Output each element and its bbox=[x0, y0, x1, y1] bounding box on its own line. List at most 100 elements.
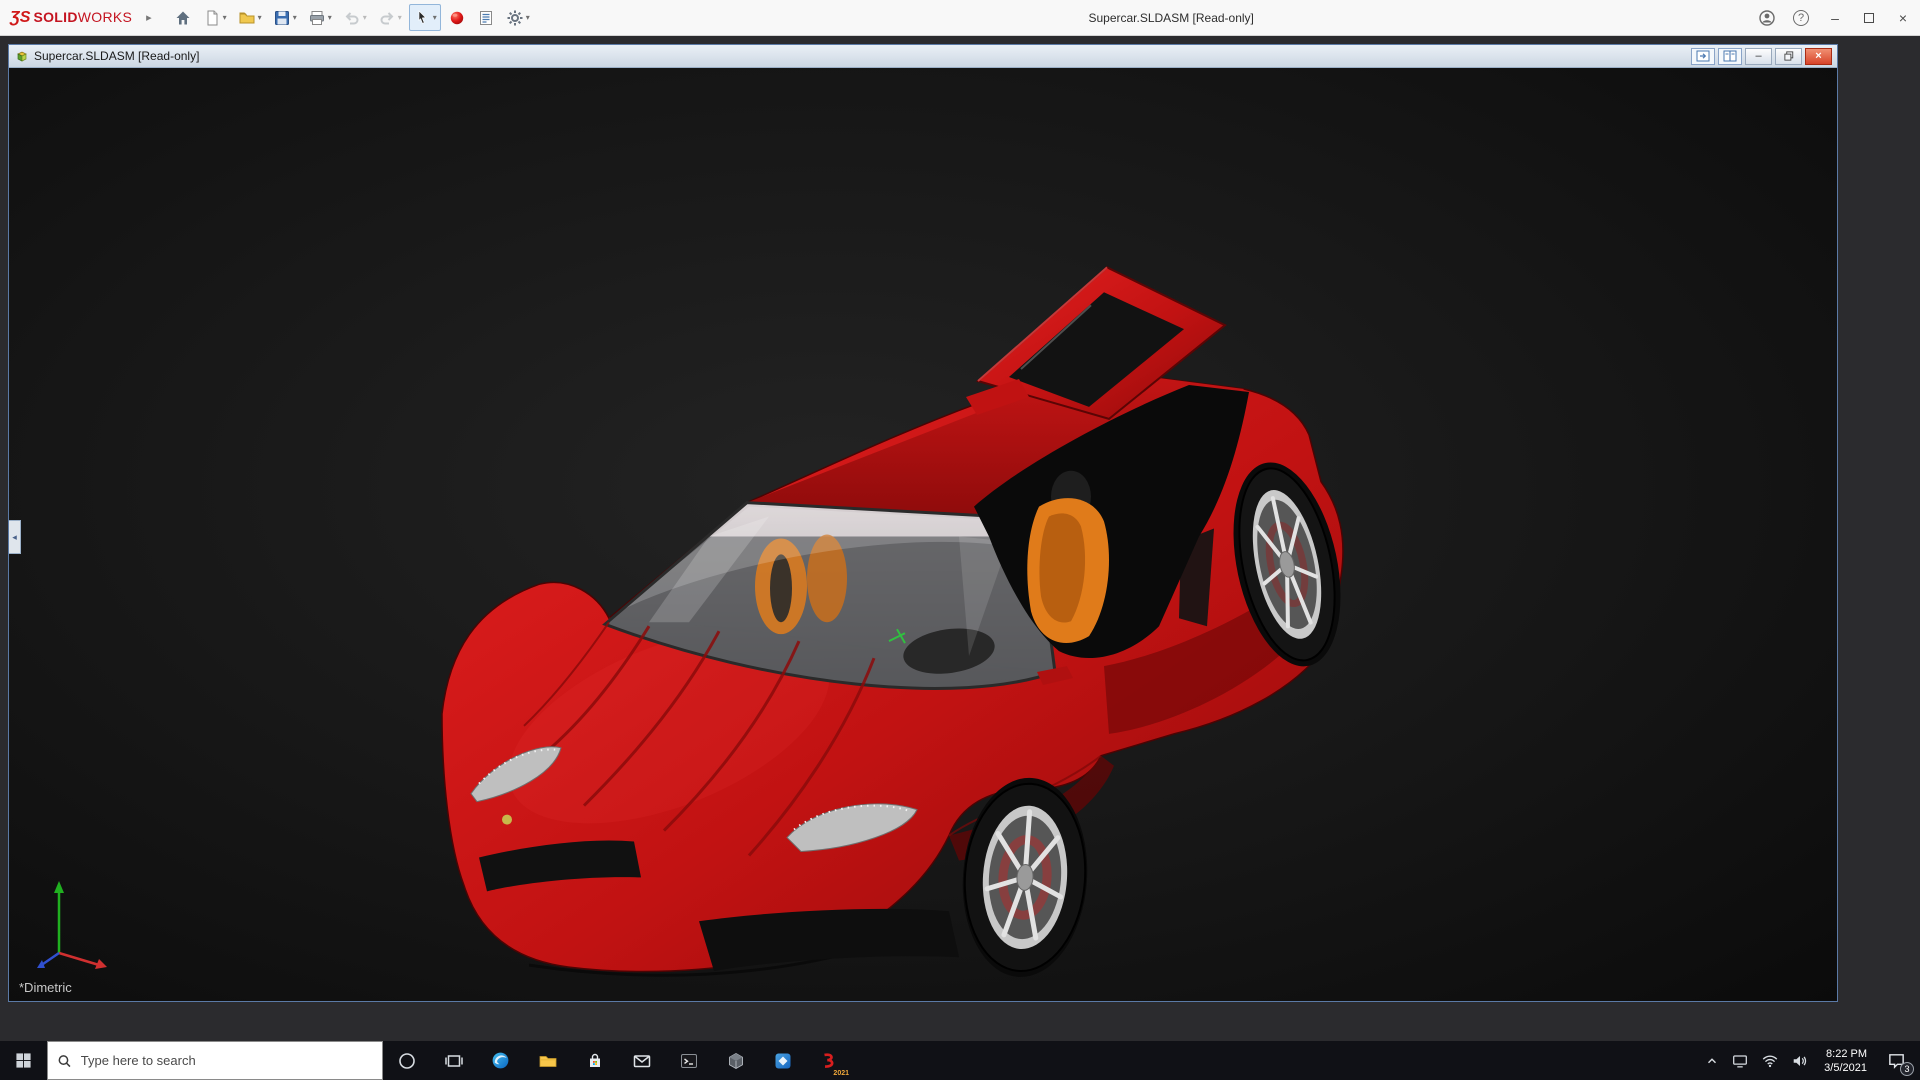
volume-button[interactable] bbox=[1785, 1041, 1815, 1080]
start-button[interactable] bbox=[0, 1041, 47, 1080]
pane-preview-button[interactable] bbox=[1691, 47, 1715, 65]
minimize-button[interactable]: – bbox=[1818, 0, 1852, 36]
feature-manager-collapse-tab[interactable]: ◂ bbox=[9, 520, 21, 554]
print-icon bbox=[309, 10, 324, 25]
dropdown-arrow-icon[interactable]: ▾ bbox=[258, 13, 262, 22]
chevron-up-icon bbox=[1708, 1057, 1717, 1063]
home-button[interactable] bbox=[170, 4, 196, 31]
notification-count-badge: 3 bbox=[1900, 1062, 1914, 1076]
undo-button[interactable]: ▾ bbox=[339, 4, 371, 31]
gray-cube-icon bbox=[728, 1052, 743, 1069]
app-title: Supercar.SLDASM [Read-only] bbox=[1088, 11, 1254, 25]
cortana-button[interactable] bbox=[383, 1041, 430, 1080]
pane-split-icon bbox=[1723, 50, 1737, 62]
pane-arrow-icon bbox=[1696, 50, 1710, 62]
menu-flyout-button[interactable]: ▸ bbox=[146, 11, 152, 24]
print-button[interactable]: ▾ bbox=[304, 4, 336, 31]
minimize-icon: – bbox=[1755, 49, 1762, 62]
wifi-icon bbox=[1762, 1055, 1778, 1067]
app-client-area: Supercar.SLDASM [Read-only] – × ◂ *Dimet… bbox=[0, 36, 1920, 1041]
undo-icon bbox=[345, 11, 359, 24]
maximize-button[interactable] bbox=[1852, 0, 1886, 36]
solidworks-app-icon bbox=[823, 1052, 833, 1068]
solidworks-year-badge: 2021 bbox=[833, 1070, 849, 1077]
close-button[interactable]: × bbox=[1886, 0, 1920, 36]
terminal-button[interactable] bbox=[665, 1041, 712, 1080]
viewer-3d-button[interactable] bbox=[712, 1041, 759, 1080]
maximize-icon bbox=[1864, 12, 1874, 23]
search-icon bbox=[58, 1054, 71, 1067]
dropdown-arrow-icon[interactable]: ▾ bbox=[328, 13, 332, 22]
document-properties-button[interactable] bbox=[473, 4, 499, 31]
pinned-app-button[interactable] bbox=[759, 1041, 806, 1080]
quick-access-toolbar: ▾ ▾ ▾ ▾ ▾ ▾ ▾ ▾ bbox=[170, 4, 534, 31]
network-button[interactable] bbox=[1755, 1041, 1785, 1080]
red-sphere-icon bbox=[450, 11, 463, 24]
new-document-button[interactable]: ▾ bbox=[199, 4, 231, 31]
file-explorer-button[interactable] bbox=[524, 1041, 571, 1080]
terminal-icon bbox=[680, 1053, 697, 1068]
3d-viewport[interactable]: ◂ *Dimetric bbox=[9, 67, 1837, 1001]
search-input[interactable] bbox=[80, 1053, 373, 1068]
doc-close-button[interactable]: × bbox=[1805, 47, 1832, 65]
task-view-button[interactable] bbox=[430, 1041, 477, 1080]
doc-minimize-button[interactable]: – bbox=[1745, 47, 1772, 65]
redo-button[interactable]: ▾ bbox=[374, 4, 406, 31]
dropdown-arrow-icon[interactable]: ▾ bbox=[526, 13, 530, 22]
open-button[interactable]: ▾ bbox=[234, 4, 266, 31]
store-button[interactable] bbox=[571, 1041, 618, 1080]
solidworks-taskbar-button[interactable]: 2021 bbox=[806, 1041, 853, 1080]
dropdown-arrow-icon[interactable]: ▾ bbox=[363, 13, 367, 22]
3dexperience-button[interactable] bbox=[444, 4, 470, 31]
close-icon: × bbox=[1898, 9, 1908, 26]
folder-icon bbox=[539, 1055, 556, 1067]
tray-expand-button[interactable] bbox=[1699, 1041, 1725, 1080]
window-controls: ? – × bbox=[1750, 0, 1920, 36]
taskbar-search[interactable] bbox=[47, 1041, 383, 1080]
mail-button[interactable] bbox=[618, 1041, 665, 1080]
brand-text-light: WORKS bbox=[77, 8, 133, 25]
taskbar: 2021 8:22 PM 3/5/2021 3 bbox=[0, 1041, 1920, 1080]
display-icon bbox=[1733, 1054, 1748, 1067]
restore-icon bbox=[1783, 51, 1793, 61]
home-icon bbox=[176, 11, 190, 24]
help-button[interactable]: ? bbox=[1784, 0, 1818, 36]
save-icon bbox=[274, 10, 289, 25]
options-button[interactable]: ▾ bbox=[502, 4, 534, 31]
close-icon: × bbox=[1815, 49, 1822, 62]
select-tool-button[interactable]: ▾ bbox=[408, 4, 441, 31]
open-folder-icon bbox=[239, 12, 255, 23]
doc-restore-button[interactable] bbox=[1775, 47, 1802, 65]
help-icon: ? bbox=[1793, 9, 1809, 26]
gear-icon bbox=[507, 10, 523, 25]
dropdown-arrow-icon[interactable]: ▾ bbox=[293, 13, 297, 22]
document-window-controls: – × bbox=[1691, 47, 1832, 65]
orientation-triad bbox=[37, 881, 107, 969]
cortana-icon bbox=[398, 1052, 415, 1069]
supercar-render[interactable] bbox=[9, 68, 1837, 1001]
desktop: ƷS SOLID WORKS ▸ ▾ ▾ ▾ ▾ ▾ ▾ ▾ ▾ Superca… bbox=[0, 0, 1920, 1080]
account-icon bbox=[1759, 9, 1775, 26]
assembly-icon bbox=[14, 49, 29, 64]
dropdown-arrow-icon[interactable]: ▾ bbox=[223, 13, 227, 22]
redo-icon bbox=[380, 11, 394, 24]
blue-tile-icon bbox=[775, 1053, 790, 1068]
save-button[interactable]: ▾ bbox=[269, 4, 301, 31]
select-cursor-icon bbox=[418, 9, 426, 24]
account-button[interactable] bbox=[1750, 0, 1784, 36]
solidworks-mark-icon: ƷS bbox=[10, 8, 31, 26]
system-tray: 8:22 PM 3/5/2021 3 bbox=[1699, 1041, 1920, 1080]
document-window: Supercar.SLDASM [Read-only] – × ◂ *Dimet… bbox=[8, 44, 1838, 1002]
taskbar-clock[interactable]: 8:22 PM 3/5/2021 bbox=[1815, 1047, 1876, 1075]
new-document-icon bbox=[207, 10, 218, 25]
action-center-button[interactable]: 3 bbox=[1876, 1041, 1916, 1080]
dropdown-arrow-icon[interactable]: ▾ bbox=[433, 13, 437, 22]
minimize-icon: – bbox=[1831, 9, 1839, 26]
solidworks-logo: ƷS SOLID WORKS bbox=[10, 9, 132, 27]
pane-split-button[interactable] bbox=[1718, 47, 1742, 65]
edge-button[interactable] bbox=[477, 1041, 524, 1080]
clock-time: 8:22 PM bbox=[1826, 1047, 1867, 1060]
document-titlebar[interactable]: Supercar.SLDASM [Read-only] – × bbox=[9, 45, 1837, 67]
tray-status-button[interactable] bbox=[1725, 1041, 1755, 1080]
dropdown-arrow-icon[interactable]: ▾ bbox=[398, 13, 402, 22]
